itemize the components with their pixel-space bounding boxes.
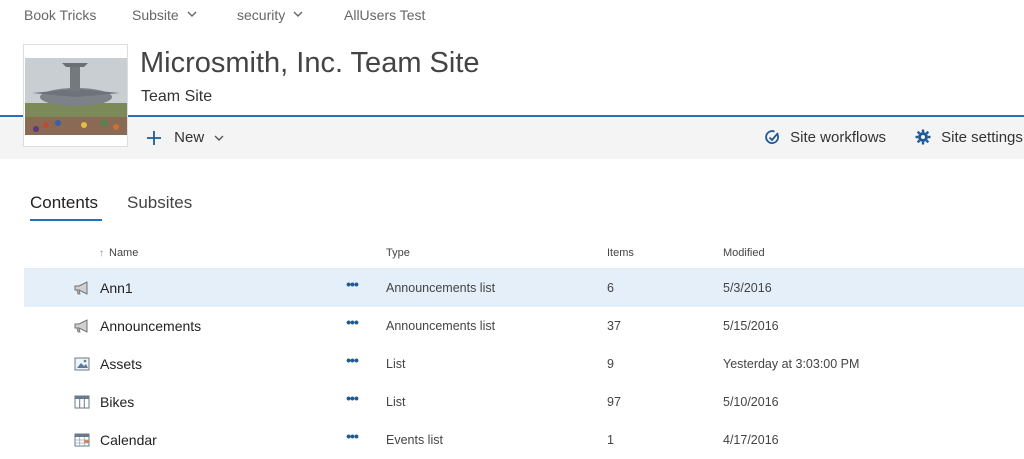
list-item-modified: 5/3/2016 xyxy=(723,281,772,295)
nav-item-security[interactable]: security xyxy=(237,7,303,23)
more-options-icon[interactable]: ••• xyxy=(342,353,362,373)
list-item-count: 1 xyxy=(607,433,614,447)
list-item-name[interactable]: Calendar xyxy=(100,432,157,448)
site-logo[interactable] xyxy=(23,44,128,147)
new-button[interactable]: New xyxy=(147,129,224,146)
list-item-type: List xyxy=(386,395,406,409)
command-bar: New Site workflows Site settings xyxy=(0,117,1024,159)
nav-item-label: security xyxy=(237,7,286,23)
site-subtitle-link[interactable]: Team Site xyxy=(141,88,212,106)
nav-item-book-tricks[interactable]: Book Tricks xyxy=(24,7,96,23)
workflow-check-icon xyxy=(765,130,779,144)
list-item-modified: 5/10/2016 xyxy=(723,395,779,409)
new-button-label: New xyxy=(174,129,205,146)
list-item-type: List xyxy=(386,357,406,371)
column-header-type[interactable]: Type xyxy=(386,247,410,259)
nav-item-label: Book Tricks xyxy=(24,7,97,23)
nav-item-allusers-test[interactable]: AllUsers Test xyxy=(344,7,425,23)
announcement-icon xyxy=(74,281,88,295)
column-header-name[interactable]: ↑ Name xyxy=(99,247,138,259)
nav-item-label: Subsite xyxy=(132,7,179,23)
list-item-assets[interactable]: Assets ••• List 9 Yesterday at 3:03:00 P… xyxy=(24,345,1024,383)
list-item-modified: 5/15/2016 xyxy=(723,319,779,333)
column-header-items[interactable]: Items xyxy=(607,247,634,259)
column-header-modified[interactable]: Modified xyxy=(723,247,765,259)
site-settings-label: Site settings xyxy=(941,129,1023,146)
sort-ascending-icon: ↑ xyxy=(99,248,104,259)
list-item-count: 9 xyxy=(607,357,614,371)
more-options-icon[interactable]: ••• xyxy=(342,391,362,411)
list-item-type: Announcements list xyxy=(386,281,496,295)
gear-icon xyxy=(915,129,931,145)
list-item-bikes[interactable]: Bikes ••• List 97 5/10/2016 xyxy=(24,383,1024,421)
tab-contents[interactable]: Contents xyxy=(30,193,98,213)
page-title: Microsmith, Inc. Team Site xyxy=(140,47,480,79)
list-item-name[interactable]: Announcements xyxy=(100,318,201,334)
more-options-icon[interactable]: ••• xyxy=(342,315,362,335)
list-item-modified: Yesterday at 3:03:00 PM xyxy=(723,357,860,371)
top-navigation: Book Tricks Subsite security AllUsers Te… xyxy=(0,0,1024,32)
site-workflows-label: Site workflows xyxy=(790,129,887,146)
more-options-icon[interactable]: ••• xyxy=(342,277,362,297)
active-tab-indicator xyxy=(30,219,102,221)
list-item-ann1[interactable]: Ann1 ••• Announcements list 6 5/3/2016 xyxy=(24,269,1024,307)
list-item-modified: 4/17/2016 xyxy=(723,433,779,447)
list-item-name[interactable]: Bikes xyxy=(100,394,134,410)
chevron-down-icon xyxy=(214,135,224,141)
image-list-icon xyxy=(74,357,90,371)
list-item-announcements[interactable]: Announcements ••• Announcements list 37 … xyxy=(24,307,1024,345)
list-item-count: 37 xyxy=(607,319,621,333)
list-item-count: 97 xyxy=(607,395,621,409)
list-item-type: Announcements list xyxy=(386,319,496,333)
tab-subsites[interactable]: Subsites xyxy=(127,193,192,213)
site-workflows-button[interactable]: Site workflows xyxy=(765,129,886,146)
plus-icon xyxy=(147,131,161,145)
list-item-count: 6 xyxy=(607,281,614,295)
column-header-label: Name xyxy=(109,247,139,259)
list-item-name[interactable]: Ann1 xyxy=(100,280,133,296)
list-item-type: Events list xyxy=(386,433,443,447)
nav-item-subsite[interactable]: Subsite xyxy=(132,7,197,23)
site-settings-button[interactable]: Site settings xyxy=(915,129,1023,146)
airplane-photo-icon xyxy=(24,45,127,146)
table-list-icon xyxy=(74,395,90,409)
list-item-name[interactable]: Assets xyxy=(100,356,142,372)
chevron-down-icon xyxy=(187,11,197,17)
list-item-calendar[interactable]: Calendar ••• Events list 1 4/17/2016 xyxy=(24,421,1024,459)
nav-item-label: AllUsers Test xyxy=(344,7,426,23)
more-options-icon[interactable]: ••• xyxy=(342,429,362,449)
calendar-icon xyxy=(74,433,90,447)
announcement-icon xyxy=(74,319,88,333)
chevron-down-icon xyxy=(293,11,303,17)
